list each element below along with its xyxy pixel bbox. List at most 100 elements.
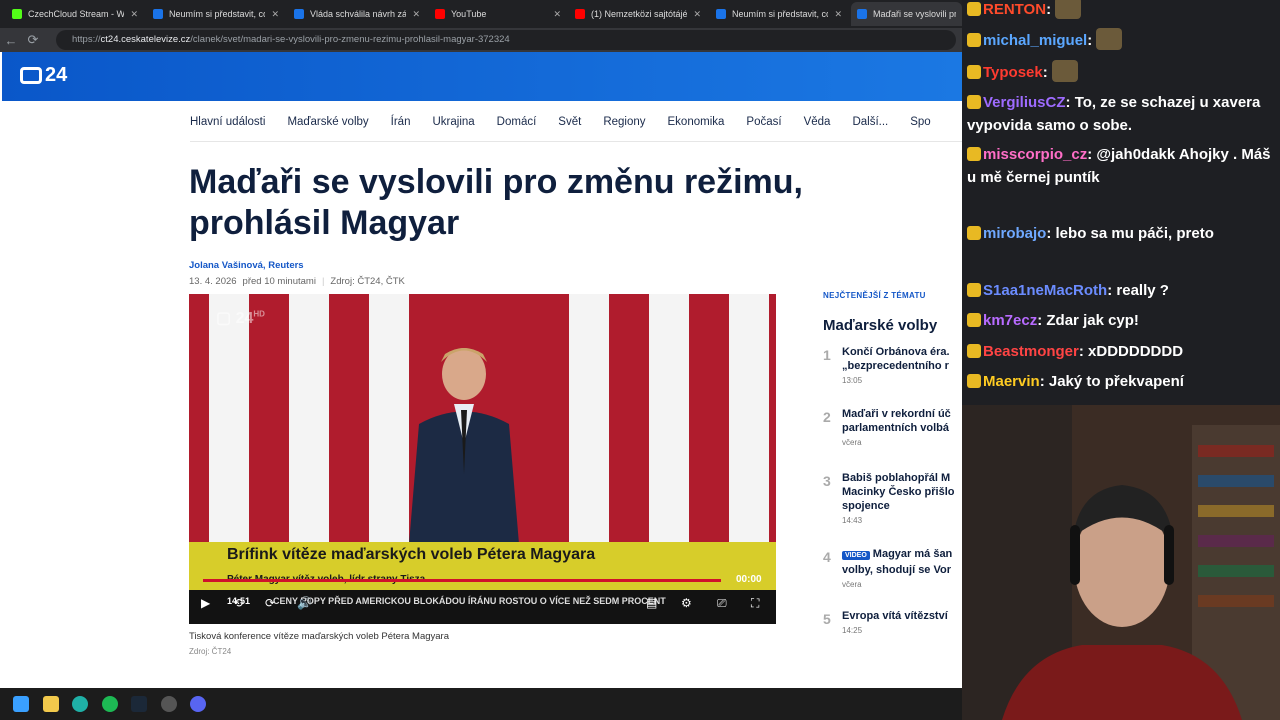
tab-title: Vláda schválila návrh zákon xyxy=(310,9,407,19)
subtitles-icon[interactable]: ▤ xyxy=(646,596,657,610)
nav-item[interactable]: Ekonomika xyxy=(668,116,725,128)
sidebar-article-title: Končí Orbánova éra. xyxy=(842,346,950,358)
close-tab-icon[interactable]: ✕ xyxy=(130,9,138,20)
settings-icon[interactable]: ⚙ xyxy=(681,596,692,610)
chat-message: Maervin: Jaký to překvapení xyxy=(967,370,1277,393)
browser-tab[interactable]: Neumím si představit, co by ✕ xyxy=(147,2,285,26)
nav-item[interactable]: Počasí xyxy=(746,116,781,128)
nav-item[interactable]: Svět xyxy=(558,116,581,128)
webcam-image xyxy=(962,405,1280,720)
ct-icon xyxy=(857,9,867,19)
forward-icon[interactable]: ⟳ xyxy=(265,596,275,610)
discord-icon[interactable] xyxy=(190,696,206,712)
emote-icon xyxy=(1055,0,1082,19)
back-icon[interactable]: ← xyxy=(0,33,22,48)
video-time: 00:00 xyxy=(736,574,762,585)
article-authors[interactable]: Jolana Vašinová, Reuters xyxy=(189,260,304,271)
ct24-logo[interactable]: 24 xyxy=(20,64,67,87)
nav-item[interactable]: Věda xyxy=(804,116,831,128)
nav-item[interactable]: Regiony xyxy=(603,116,645,128)
site-header: 24 xyxy=(2,52,962,101)
close-tab-icon[interactable]: ✕ xyxy=(271,9,279,20)
chat-message: misscorpio_cz: @jah0dakk Ahojky . Máš u … xyxy=(967,146,1271,186)
sidebar-article-title: Evropa vítá vítězství xyxy=(842,610,948,622)
volume-icon[interactable]: 🔊 xyxy=(297,596,312,610)
chat-username[interactable]: VergiliusCZ xyxy=(983,94,1066,111)
nav-item[interactable]: Hlavní události xyxy=(190,116,265,128)
video-player[interactable]: ▢ 24HD Brífink vítěze maďarských voleb P… xyxy=(189,294,776,624)
close-tab-icon[interactable]: ✕ xyxy=(834,9,842,20)
close-tab-icon[interactable]: ✕ xyxy=(412,9,420,20)
nav-item[interactable]: Spo xyxy=(910,116,930,128)
fullscreen-icon[interactable]: ⛶ xyxy=(751,596,759,611)
sidebar-heading[interactable]: Maďarské volby xyxy=(823,317,937,334)
browser-tab[interactable]: (1) Nemzetközi sajtótájékozt ✕ xyxy=(569,2,707,26)
sidebar-article[interactable]: 4 VIDEO Magyar má šan volby, shodují se Vor… xyxy=(823,547,962,589)
edge-icon[interactable] xyxy=(72,696,88,712)
sidebar-article[interactable]: 2 Maďaři v rekordní úč parlamentních volbá… xyxy=(823,407,962,447)
rank-number: 3 xyxy=(823,473,831,489)
address-bar: ← ⟳ https://ct24.ceskatelevize.cz/clanek… xyxy=(0,28,962,52)
stream-chat: RENTON: michal_miguel: Typosek: Vergiliu… xyxy=(962,0,1280,405)
spotify-icon[interactable] xyxy=(102,696,118,712)
browser-tab[interactable]: Vláda schválila návrh zákon ✕ xyxy=(288,2,426,26)
chat-username[interactable]: Beastmonger xyxy=(983,343,1079,360)
browser-window: CzechCloud Stream - Watch ✕Neumím si pře… xyxy=(0,0,962,688)
article-title: Maďaři se vyslovili pro změnu režimu, pr… xyxy=(189,163,803,242)
nav-item[interactable]: Další... xyxy=(852,116,888,128)
browser-tab[interactable]: CzechCloud Stream - Watch ✕ xyxy=(6,2,144,26)
chat-username[interactable]: misscorpio_cz xyxy=(983,146,1087,163)
windows-start-icon[interactable] xyxy=(13,696,29,712)
youtube-icon xyxy=(575,9,585,19)
sidebar-article[interactable]: 3 Babiš poblahopřál M Macinky Česko přišlo… xyxy=(823,471,962,525)
sub-badge-icon xyxy=(967,374,981,388)
rank-number: 5 xyxy=(823,611,831,627)
nav-item[interactable]: Ukrajina xyxy=(432,116,474,128)
chat-text: xDDDDDDDD xyxy=(1088,343,1184,360)
file-explorer-icon[interactable] xyxy=(43,696,59,712)
chat-text: really ? xyxy=(1116,282,1169,299)
close-tab-icon[interactable]: ✕ xyxy=(693,9,701,20)
browser-tab[interactable]: YouTube ✕ xyxy=(429,2,567,26)
nav-item[interactable]: Írán xyxy=(391,116,411,128)
rank-number: 4 xyxy=(823,549,831,565)
chat-message: VergiliusCZ: To, ze se schazej u xavera … xyxy=(967,94,1261,134)
caption-source: Zdroj: ČT24 xyxy=(189,647,232,656)
obs-icon[interactable] xyxy=(161,696,177,712)
youtube-icon xyxy=(435,9,445,19)
close-tab-icon[interactable]: ✕ xyxy=(553,9,561,20)
sidebar-article[interactable]: 5 Evropa vítá vítězství 14:25 xyxy=(823,609,962,635)
sidebar-article-title: spojence xyxy=(842,500,890,512)
sidebar-article-title: Maďaři v rekordní úč xyxy=(842,408,951,420)
sidebar-article[interactable]: 1 Končí Orbánova éra. „bezprecedentního r 1… xyxy=(823,345,962,385)
rank-number: 2 xyxy=(823,409,831,425)
rewind-icon[interactable]: ⟲ xyxy=(233,596,243,610)
chat-text: Zdar jak cyp! xyxy=(1046,312,1139,329)
sidebar-label: NEJČTENĚJŠÍ Z TÉMATU xyxy=(823,291,926,300)
url-field[interactable]: https://ct24.ceskatelevize.cz/clanek/sve… xyxy=(56,30,956,50)
nav-item[interactable]: Domácí xyxy=(497,116,537,128)
play-icon[interactable]: ▶ xyxy=(201,596,210,610)
chat-username[interactable]: RENTON xyxy=(983,1,1046,18)
sidebar-article-title: Babiš poblahopřál M xyxy=(842,472,951,484)
chat-username[interactable]: S1aa1neMacRoth xyxy=(983,282,1107,299)
cast-icon[interactable]: ⎚ xyxy=(717,596,727,611)
chat-message: S1aa1neMacRoth: really ? xyxy=(967,279,1277,302)
chat-username[interactable]: michal_miguel xyxy=(983,32,1087,49)
nav-item[interactable]: Maďarské volby xyxy=(287,116,368,128)
chat-username[interactable]: Typosek xyxy=(983,64,1043,81)
chat-username[interactable]: mirobajo xyxy=(983,225,1046,242)
steam-icon[interactable] xyxy=(131,696,147,712)
sub-badge-icon xyxy=(967,226,981,240)
chat-message: km7ecz: Zdar jak cyp! xyxy=(967,309,1277,332)
chat-message: Beastmonger: xDDDDDDDD xyxy=(967,340,1277,363)
article-meta: 13. 4. 2026 před 10 minutami | Zdroj: ČT… xyxy=(189,276,405,287)
chat-username[interactable]: Maervin xyxy=(983,373,1040,390)
chat-username[interactable]: km7ecz xyxy=(983,312,1037,329)
tab-bar: CzechCloud Stream - Watch ✕Neumím si pře… xyxy=(0,0,962,28)
sidebar-article-title: parlamentních volbá xyxy=(842,422,949,434)
browser-tab[interactable]: Maďaři se vyslovili pro xyxy=(851,2,962,26)
progress-bar[interactable] xyxy=(203,579,721,582)
reload-icon[interactable]: ⟳ xyxy=(22,32,44,48)
browser-tab[interactable]: Neumím si představit, co by ✕ xyxy=(710,2,848,26)
